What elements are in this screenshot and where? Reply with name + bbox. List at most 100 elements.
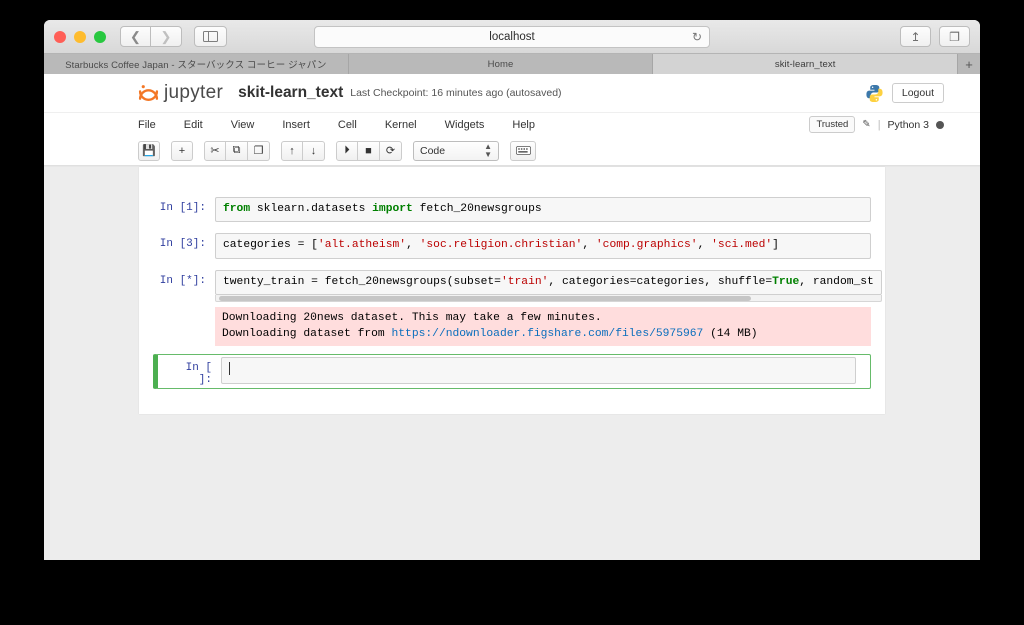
sidebar-toggle-button[interactable] bbox=[194, 26, 227, 47]
output-line-2-suffix: (14 MB) bbox=[703, 328, 758, 341]
address-bar-url: localhost bbox=[489, 30, 535, 43]
minimize-window-button[interactable] bbox=[74, 30, 86, 43]
pencil-icon[interactable]: ✎ bbox=[862, 119, 870, 130]
window-controls[interactable] bbox=[54, 30, 106, 43]
save-button[interactable]: 💾 bbox=[138, 140, 160, 161]
browser-tab-active[interactable]: skit-learn_text bbox=[653, 54, 959, 74]
code-token: 'train' bbox=[500, 275, 549, 288]
address-bar[interactable]: localhost ↻ bbox=[314, 25, 710, 48]
menu-item-edit[interactable]: Edit bbox=[184, 119, 203, 131]
cell-prompt: In [3]: bbox=[159, 238, 206, 251]
back-button[interactable]: ❮ bbox=[120, 26, 151, 47]
move-cell-up-button[interactable]: ↑ bbox=[281, 140, 303, 161]
maximize-window-button[interactable] bbox=[94, 30, 106, 43]
toolbar-group-insert: + bbox=[171, 140, 193, 161]
cell-prompt: In [ ]: bbox=[185, 361, 212, 386]
notebook-scroll-area: In [1]: from sklearn.datasets import fet… bbox=[44, 167, 980, 414]
toolbar-group-save: 💾 bbox=[138, 140, 160, 161]
cell-type-value: Code bbox=[420, 144, 446, 157]
menu-item-insert[interactable]: Insert bbox=[282, 119, 310, 131]
cell-input-active[interactable] bbox=[221, 356, 856, 384]
header-right-actions: Logout bbox=[865, 83, 944, 103]
browser-tab-bar: Starbucks Coffee Japan - スターバックス コーヒー ジャ… bbox=[44, 54, 980, 74]
cell-output-stderr: Downloading 20news dataset. This may tak… bbox=[215, 306, 871, 346]
command-palette-button[interactable] bbox=[510, 140, 536, 161]
code-token: , bbox=[582, 239, 596, 252]
jupyter-header: jupyter skit-learn_text Last Checkpoint:… bbox=[44, 74, 980, 167]
menu-item-kernel[interactable]: Kernel bbox=[385, 119, 417, 131]
python-logo-icon bbox=[865, 84, 884, 103]
cell-input[interactable]: twenty_train = fetch_20newsgroups(subset… bbox=[215, 269, 882, 295]
scrollbar-thumb[interactable] bbox=[219, 295, 751, 301]
notebook-cell[interactable]: In [3]: categories = ['alt.atheism', 'so… bbox=[139, 231, 885, 260]
paste-cell-button[interactable]: ❐ bbox=[248, 140, 270, 161]
cell-output-row: Downloading 20news dataset. This may tak… bbox=[139, 306, 885, 346]
kernel-name-label: Python 3 bbox=[887, 118, 929, 131]
run-cell-button[interactable]: ⏵ bbox=[336, 140, 358, 161]
kernel-status-indicator-icon bbox=[936, 120, 944, 129]
code-token: , bbox=[697, 239, 712, 252]
share-button[interactable]: ↥ bbox=[900, 26, 931, 47]
navigation-buttons[interactable]: ❮ ❯ bbox=[120, 26, 182, 47]
code-token: 'alt.atheism' bbox=[317, 239, 407, 252]
notebook-container: In [1]: from sklearn.datasets import fet… bbox=[139, 167, 885, 414]
reload-icon[interactable]: ↻ bbox=[692, 30, 702, 44]
output-line-1: Downloading 20news dataset. This may tak… bbox=[222, 311, 602, 324]
cell-prompt: In [1]: bbox=[159, 202, 206, 214]
notebook-cell[interactable]: In [1]: from sklearn.datasets import fet… bbox=[139, 195, 885, 224]
cut-cell-button[interactable]: ✂ bbox=[204, 140, 226, 161]
menu-item-widgets[interactable]: Widgets bbox=[445, 119, 485, 131]
notebook-cell-running[interactable]: In [*]: twenty_train = fetch_20newsgroup… bbox=[139, 268, 885, 304]
code-token: 'soc.religion.christian' bbox=[419, 239, 583, 252]
cell-type-select[interactable]: Code ▲ ▼ bbox=[413, 140, 499, 161]
restart-kernel-button[interactable]: ⟳ bbox=[380, 140, 402, 161]
code-token: , categories=categories, shuffle= bbox=[548, 275, 773, 288]
code-token: categories = [ bbox=[223, 239, 318, 252]
output-line-2-prefix: Downloading dataset from bbox=[222, 328, 392, 341]
code-token: sklearn.datasets bbox=[250, 203, 373, 215]
toolbar-group-run: ⏵ ■ ⟳ bbox=[336, 140, 402, 161]
toolbar-group-clipboard: ✂ ⧉ ❐ bbox=[204, 140, 270, 161]
menu-item-cell[interactable]: Cell bbox=[338, 119, 357, 131]
move-cell-down-button[interactable]: ↓ bbox=[303, 140, 325, 161]
cell-horizontal-scrollbar[interactable] bbox=[215, 294, 882, 302]
page-content: jupyter skit-learn_text Last Checkpoint:… bbox=[44, 74, 980, 560]
code-token: fetch_20newsgroups bbox=[412, 203, 542, 215]
code-token: import bbox=[372, 203, 413, 215]
close-window-button[interactable] bbox=[54, 30, 66, 43]
titlebar-actions: ↥ ❐ bbox=[900, 26, 970, 47]
checkpoint-status: Last Checkpoint: 16 minutes ago (autosav… bbox=[350, 87, 562, 99]
jupyter-logo-icon bbox=[138, 83, 159, 104]
menu-item-file[interactable]: File bbox=[138, 119, 156, 131]
jupyter-toolbar: 💾 + ✂ ⧉ ❐ ↑ ↓ ⏵ ■ ⟳ Code ▲ ▼ bbox=[44, 136, 980, 166]
cell-input[interactable]: from sklearn.datasets import fetch_20new… bbox=[215, 197, 871, 223]
sidebar-toggle-icon bbox=[203, 31, 218, 42]
chevron-updown-icon: ▲ ▼ bbox=[484, 142, 492, 159]
cell-prompt: In [*]: bbox=[159, 274, 206, 287]
cell-input[interactable]: categories = ['alt.atheism', 'soc.religi… bbox=[215, 233, 871, 259]
code-token: ] bbox=[772, 239, 779, 252]
browser-tab[interactable]: Starbucks Coffee Japan - スターバックス コーヒー ジャ… bbox=[44, 54, 349, 74]
menu-item-help[interactable]: Help bbox=[512, 119, 535, 131]
notebook-name[interactable]: skit-learn_text bbox=[238, 84, 343, 102]
keyboard-icon bbox=[515, 142, 531, 160]
output-prompt-spacer bbox=[153, 307, 215, 346]
dataset-download-link[interactable]: https://ndownloader.figshare.com/files/5… bbox=[391, 328, 703, 340]
menubar-right: Trusted ✎ | Python 3 bbox=[809, 116, 944, 133]
jupyter-logo[interactable]: jupyter bbox=[138, 82, 223, 104]
code-token: , random_st bbox=[799, 275, 874, 288]
trusted-badge[interactable]: Trusted bbox=[809, 116, 856, 133]
copy-cell-button[interactable]: ⧉ bbox=[226, 140, 248, 161]
jupyter-header-top: jupyter skit-learn_text Last Checkpoint:… bbox=[44, 74, 980, 112]
notebook-cell-selected[interactable]: In [ ]: bbox=[153, 353, 871, 389]
interrupt-kernel-button[interactable]: ■ bbox=[358, 140, 380, 161]
new-tab-button[interactable]: + bbox=[958, 54, 980, 74]
show-all-tabs-button[interactable]: ❐ bbox=[939, 26, 970, 47]
logout-button[interactable]: Logout bbox=[891, 83, 944, 103]
browser-tab[interactable]: Home bbox=[348, 54, 654, 74]
forward-button[interactable]: ❯ bbox=[151, 26, 182, 47]
insert-cell-below-button[interactable]: + bbox=[171, 140, 193, 161]
menu-item-view[interactable]: View bbox=[231, 119, 255, 131]
browser-window: ❮ ❯ localhost ↻ ↥ ❐ Starbucks Coffee Jap… bbox=[44, 20, 980, 560]
code-token: True bbox=[772, 275, 800, 288]
